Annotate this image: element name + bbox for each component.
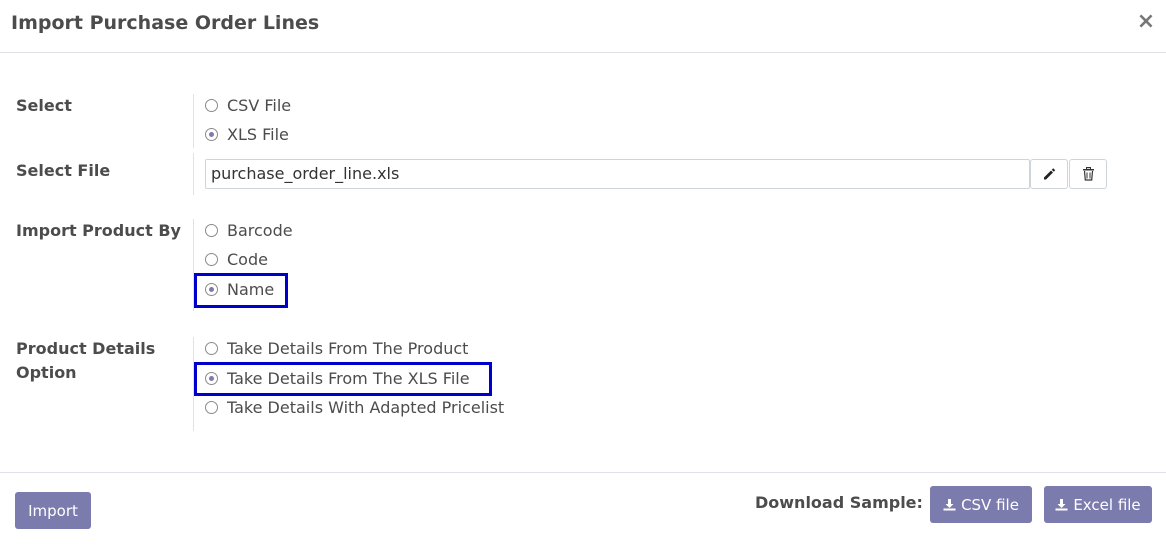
- radio-button[interactable]: [205, 282, 218, 296]
- csv-file-button[interactable]: CSV file: [930, 486, 1032, 523]
- radio-label: Take Details With Adapted Pricelist: [227, 397, 505, 417]
- radio-button[interactable]: [205, 223, 218, 237]
- excel-file-button[interactable]: Excel file: [1044, 486, 1152, 523]
- radio-label: Code: [227, 249, 268, 269]
- footer-divider: [0, 472, 1166, 473]
- dialog-title: Import Purchase Order Lines: [11, 12, 320, 34]
- select-file-label: Select File: [16, 161, 111, 180]
- radio-take-details-xls[interactable]: Take Details From The XLS File: [205, 367, 470, 389]
- radio-xls-file[interactable]: XLS File: [205, 123, 289, 145]
- radio-label: Barcode: [227, 220, 293, 240]
- radio-barcode[interactable]: Barcode: [205, 219, 293, 241]
- radio-button[interactable]: [205, 371, 218, 385]
- radio-button[interactable]: [205, 341, 218, 355]
- divider: [193, 219, 194, 311]
- delete-file-button[interactable]: [1069, 159, 1107, 189]
- pencil-icon: [1044, 168, 1056, 180]
- edit-file-button[interactable]: [1030, 159, 1068, 189]
- radio-csv-file[interactable]: CSV File: [205, 94, 291, 116]
- trash-icon: [1082, 167, 1094, 181]
- radio-label: Name: [227, 279, 275, 299]
- import-button[interactable]: Import: [15, 492, 91, 529]
- product-details-label-line2: Option: [16, 363, 77, 382]
- radio-button[interactable]: [205, 98, 218, 112]
- divider: [193, 337, 194, 431]
- import-product-by-label: Import Product By: [16, 221, 181, 240]
- radio-take-details-pricelist[interactable]: Take Details With Adapted Pricelist: [205, 396, 504, 418]
- excel-file-label: Excel file: [1073, 495, 1141, 514]
- divider: [193, 94, 194, 148]
- radio-label: XLS File: [227, 124, 289, 144]
- close-icon[interactable]: ×: [1134, 8, 1158, 36]
- download-icon: [943, 498, 956, 511]
- csv-file-label: CSV file: [961, 495, 1019, 514]
- select-label: Select: [16, 96, 72, 115]
- download-icon: [1055, 498, 1068, 511]
- dialog-header: Import Purchase Order Lines ×: [0, 0, 1166, 53]
- product-details-label: Product Details: [16, 339, 156, 358]
- radio-button[interactable]: [205, 400, 218, 414]
- radio-name[interactable]: Name: [205, 278, 274, 300]
- divider: [193, 153, 194, 195]
- radio-button[interactable]: [205, 127, 218, 141]
- radio-label: Take Details From The XLS File: [227, 368, 470, 388]
- radio-take-details-product[interactable]: Take Details From The Product: [205, 337, 468, 359]
- radio-label: CSV File: [227, 95, 292, 115]
- download-sample-label: Download Sample:: [755, 493, 923, 512]
- file-name-field[interactable]: purchase_order_line.xls: [205, 159, 1030, 189]
- radio-code[interactable]: Code: [205, 248, 268, 270]
- radio-button[interactable]: [205, 252, 218, 266]
- radio-label: Take Details From The Product: [227, 338, 469, 358]
